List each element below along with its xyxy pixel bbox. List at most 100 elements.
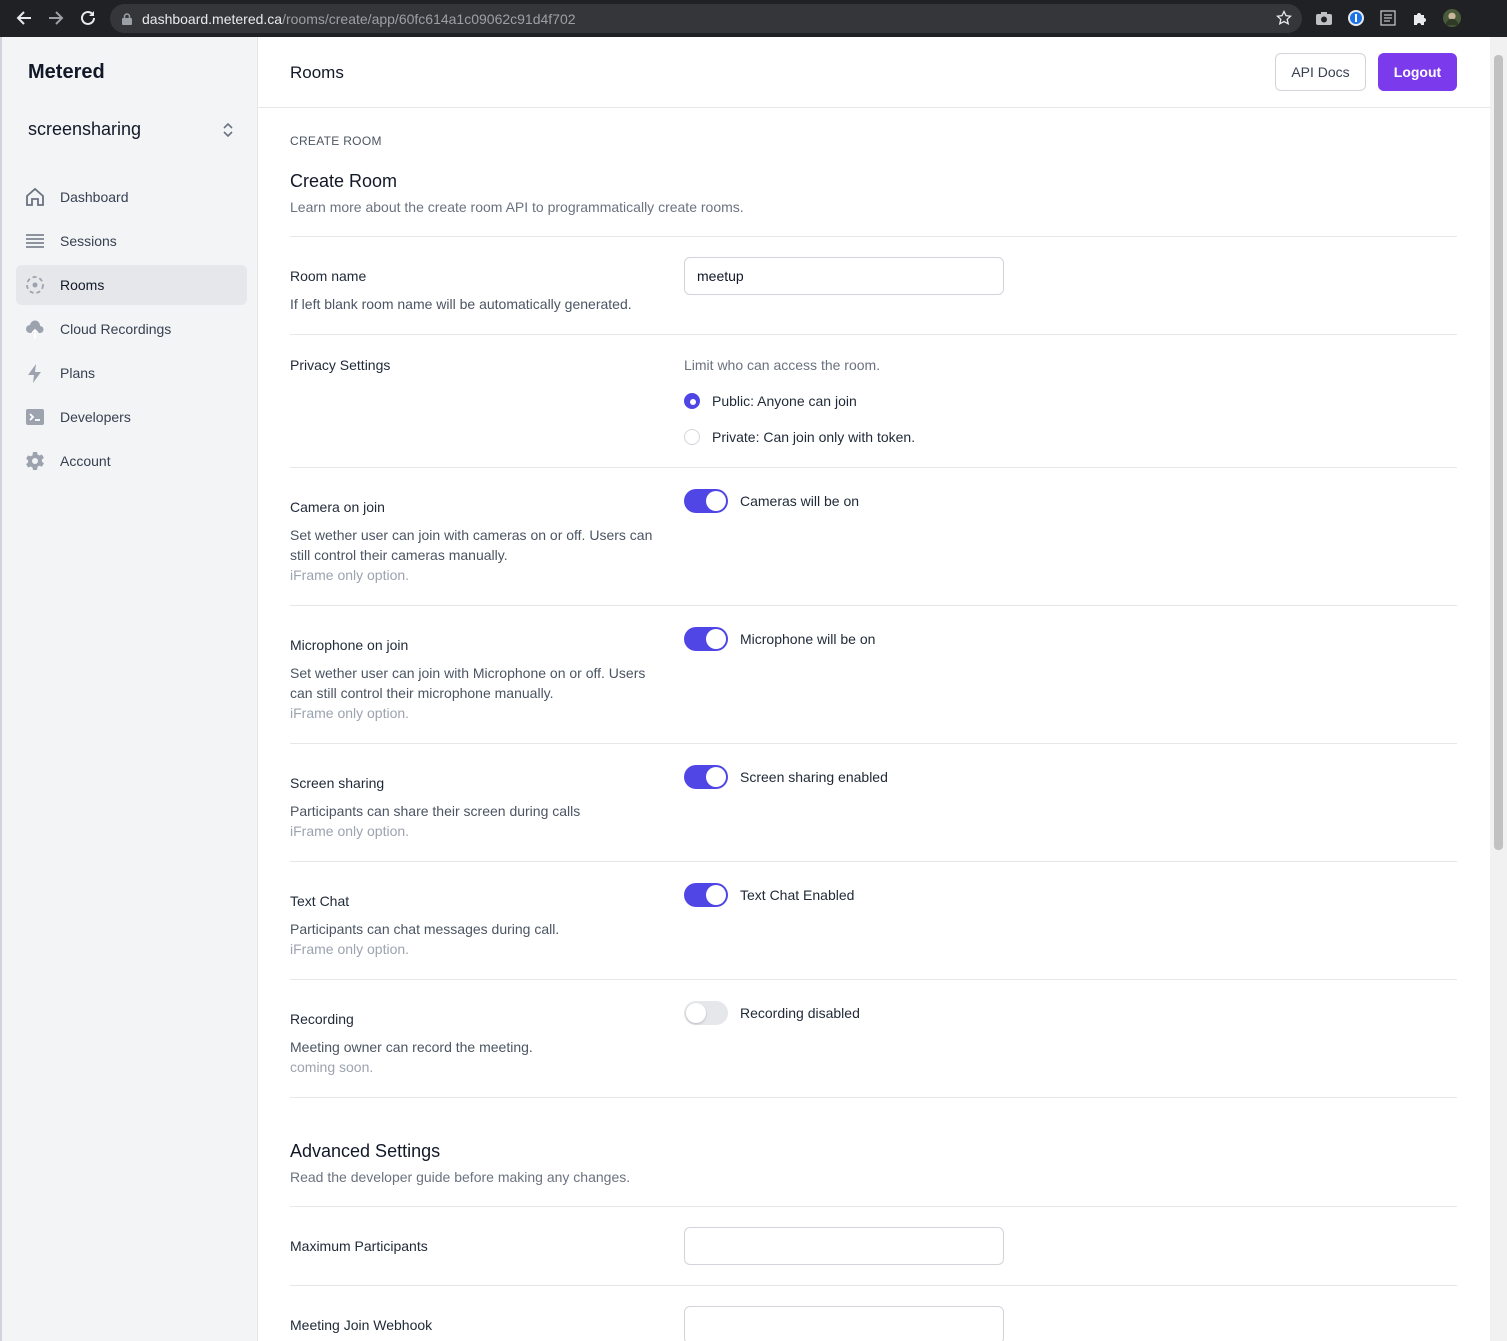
microphone-toggle-row[interactable]: Microphone will be on: [684, 627, 875, 651]
sidebar-item-rooms[interactable]: Rooms: [16, 265, 247, 305]
camera-toggle-label: Cameras will be on: [740, 493, 860, 509]
bookmark-star-icon[interactable]: [1275, 9, 1293, 27]
sidebar-item-label: Plans: [60, 365, 96, 381]
sidebar-item-label: Rooms: [60, 277, 105, 293]
room-name-description: If left blank room name will be automati…: [290, 296, 632, 312]
divider: [290, 979, 1457, 980]
divider: [290, 1097, 1457, 1098]
camera-toggle-row[interactable]: Cameras will be on: [684, 489, 859, 513]
max-participants-label: Maximum Participants: [290, 1238, 428, 1254]
sidebar-item-label: Dashboard: [60, 189, 129, 205]
sidebar-item-label: Developers: [60, 409, 131, 425]
chevron-up-down-icon: [222, 122, 234, 138]
url-path: /rooms/create/app/60fc614a1c09062c91d4f7…: [282, 10, 576, 27]
breadcrumb: CREATE ROOM: [290, 134, 382, 148]
divider: [290, 861, 1457, 862]
privacy-hint: Limit who can access the room.: [684, 357, 881, 373]
sidebar-item-sessions[interactable]: Sessions: [16, 221, 247, 261]
microphone-on-join-label: Microphone on join: [290, 637, 409, 653]
recording-description: Meeting owner can record the meeting.: [290, 1039, 533, 1055]
divider: [290, 1285, 1457, 1286]
extensions-puzzle-icon[interactable]: [1411, 9, 1429, 27]
join-webhook-input[interactable]: [684, 1306, 1004, 1341]
text-chat-iframe-note: iFrame only option.: [290, 941, 410, 957]
sidebar: Metered screensharing Dashboard Sessions…: [0, 37, 258, 1341]
camera-extension-icon[interactable]: [1315, 9, 1333, 27]
camera-toggle[interactable]: [684, 489, 728, 513]
page-scrollbar[interactable]: [1490, 37, 1507, 1341]
text-chat-label: Text Chat: [290, 893, 350, 909]
page-header: Rooms API Docs Logout: [258, 37, 1490, 108]
sidebar-item-dashboard[interactable]: Dashboard: [16, 177, 247, 217]
public-radio[interactable]: [684, 393, 700, 409]
scrollbar-thumb[interactable]: [1494, 55, 1503, 850]
reload-icon[interactable]: [78, 8, 98, 28]
recording-toggle[interactable]: [684, 1001, 728, 1025]
recording-label: Recording: [290, 1011, 354, 1027]
sidebar-item-plans[interactable]: Plans: [16, 353, 247, 393]
max-participants-input[interactable]: [684, 1227, 1004, 1265]
sidebar-item-developers[interactable]: Developers: [16, 397, 247, 437]
divider: [290, 236, 1457, 237]
room-name-label: Room name: [290, 268, 367, 284]
screen-sharing-label: Screen sharing: [290, 775, 385, 791]
sidebar-nav: Dashboard Sessions Rooms Cloud Recording…: [16, 177, 247, 485]
rooms-icon: [24, 274, 46, 296]
section-subtitle: Learn more about the create room API to …: [290, 199, 744, 215]
privacy-private-option[interactable]: Private: Can join only with token.: [684, 429, 915, 445]
menu-lines-icon: [24, 230, 46, 252]
camera-on-join-label: Camera on join: [290, 499, 385, 515]
screen-sharing-iframe-note: iFrame only option.: [290, 823, 410, 839]
recording-coming-soon-note: coming soon.: [290, 1059, 374, 1075]
camera-on-join-description: Set wether user can join with cameras on…: [290, 527, 653, 563]
gear-icon: [24, 450, 46, 472]
address-bar[interactable]: dashboard.metered.ca/rooms/create/app/60…: [110, 4, 1302, 33]
app-selector[interactable]: screensharing: [28, 119, 234, 140]
profile-avatar-icon[interactable]: [1443, 9, 1461, 27]
back-arrow-icon[interactable]: [14, 8, 34, 28]
divider: [290, 1206, 1457, 1207]
private-radio-label: Private: Can join only with token.: [712, 429, 916, 445]
microphone-toggle[interactable]: [684, 627, 728, 651]
divider: [290, 605, 1457, 606]
home-icon: [24, 186, 46, 208]
screen-sharing-toggle[interactable]: [684, 765, 728, 789]
private-radio[interactable]: [684, 429, 700, 445]
brand-logo-text: Metered: [28, 61, 105, 83]
logout-button[interactable]: Logout: [1378, 53, 1457, 91]
app-selector-label: screensharing: [28, 119, 142, 139]
forward-arrow-icon[interactable]: [46, 8, 66, 28]
join-webhook-label: Meeting Join Webhook: [290, 1317, 433, 1333]
screen-sharing-toggle-row[interactable]: Screen sharing enabled: [684, 765, 888, 789]
screen-sharing-description: Participants can share their screen duri…: [290, 803, 581, 819]
lightning-icon: [24, 362, 46, 384]
terminal-icon: [24, 406, 46, 428]
divider: [290, 334, 1457, 335]
room-name-input[interactable]: [684, 257, 1004, 295]
page-title: Rooms: [290, 63, 344, 82]
sidebar-item-label: Cloud Recordings: [60, 321, 172, 337]
text-chat-toggle-row[interactable]: Text Chat Enabled: [684, 883, 854, 907]
recording-toggle-row[interactable]: Recording disabled: [684, 1001, 860, 1025]
recording-toggle-label: Recording disabled: [740, 1005, 860, 1021]
camera-iframe-note: iFrame only option.: [290, 567, 410, 583]
sidebar-item-account[interactable]: Account: [16, 441, 247, 481]
password-manager-icon[interactable]: [1347, 9, 1365, 27]
privacy-public-option[interactable]: Public: Anyone can join: [684, 393, 857, 409]
api-docs-button[interactable]: API Docs: [1275, 53, 1366, 91]
microphone-toggle-label: Microphone will be on: [740, 631, 876, 647]
browser-toolbar: dashboard.metered.ca/rooms/create/app/60…: [0, 0, 1507, 37]
privacy-settings-label: Privacy Settings: [290, 357, 391, 373]
text-chat-toggle[interactable]: [684, 883, 728, 907]
divider: [290, 743, 1457, 744]
url-host: dashboard.metered.ca: [142, 10, 283, 27]
section-title: Create Room: [290, 171, 398, 191]
microphone-iframe-note: iFrame only option.: [290, 705, 410, 721]
text-chat-toggle-label: Text Chat Enabled: [740, 887, 855, 903]
text-chat-description: Participants can chat messages during ca…: [290, 921, 560, 937]
reader-mode-icon[interactable]: [1379, 9, 1397, 27]
divider: [290, 467, 1457, 468]
advanced-settings-subtitle: Read the developer guide before making a…: [290, 1169, 631, 1185]
screen-sharing-toggle-label: Screen sharing enabled: [740, 769, 888, 785]
sidebar-item-cloud-recordings[interactable]: Cloud Recordings: [16, 309, 247, 349]
